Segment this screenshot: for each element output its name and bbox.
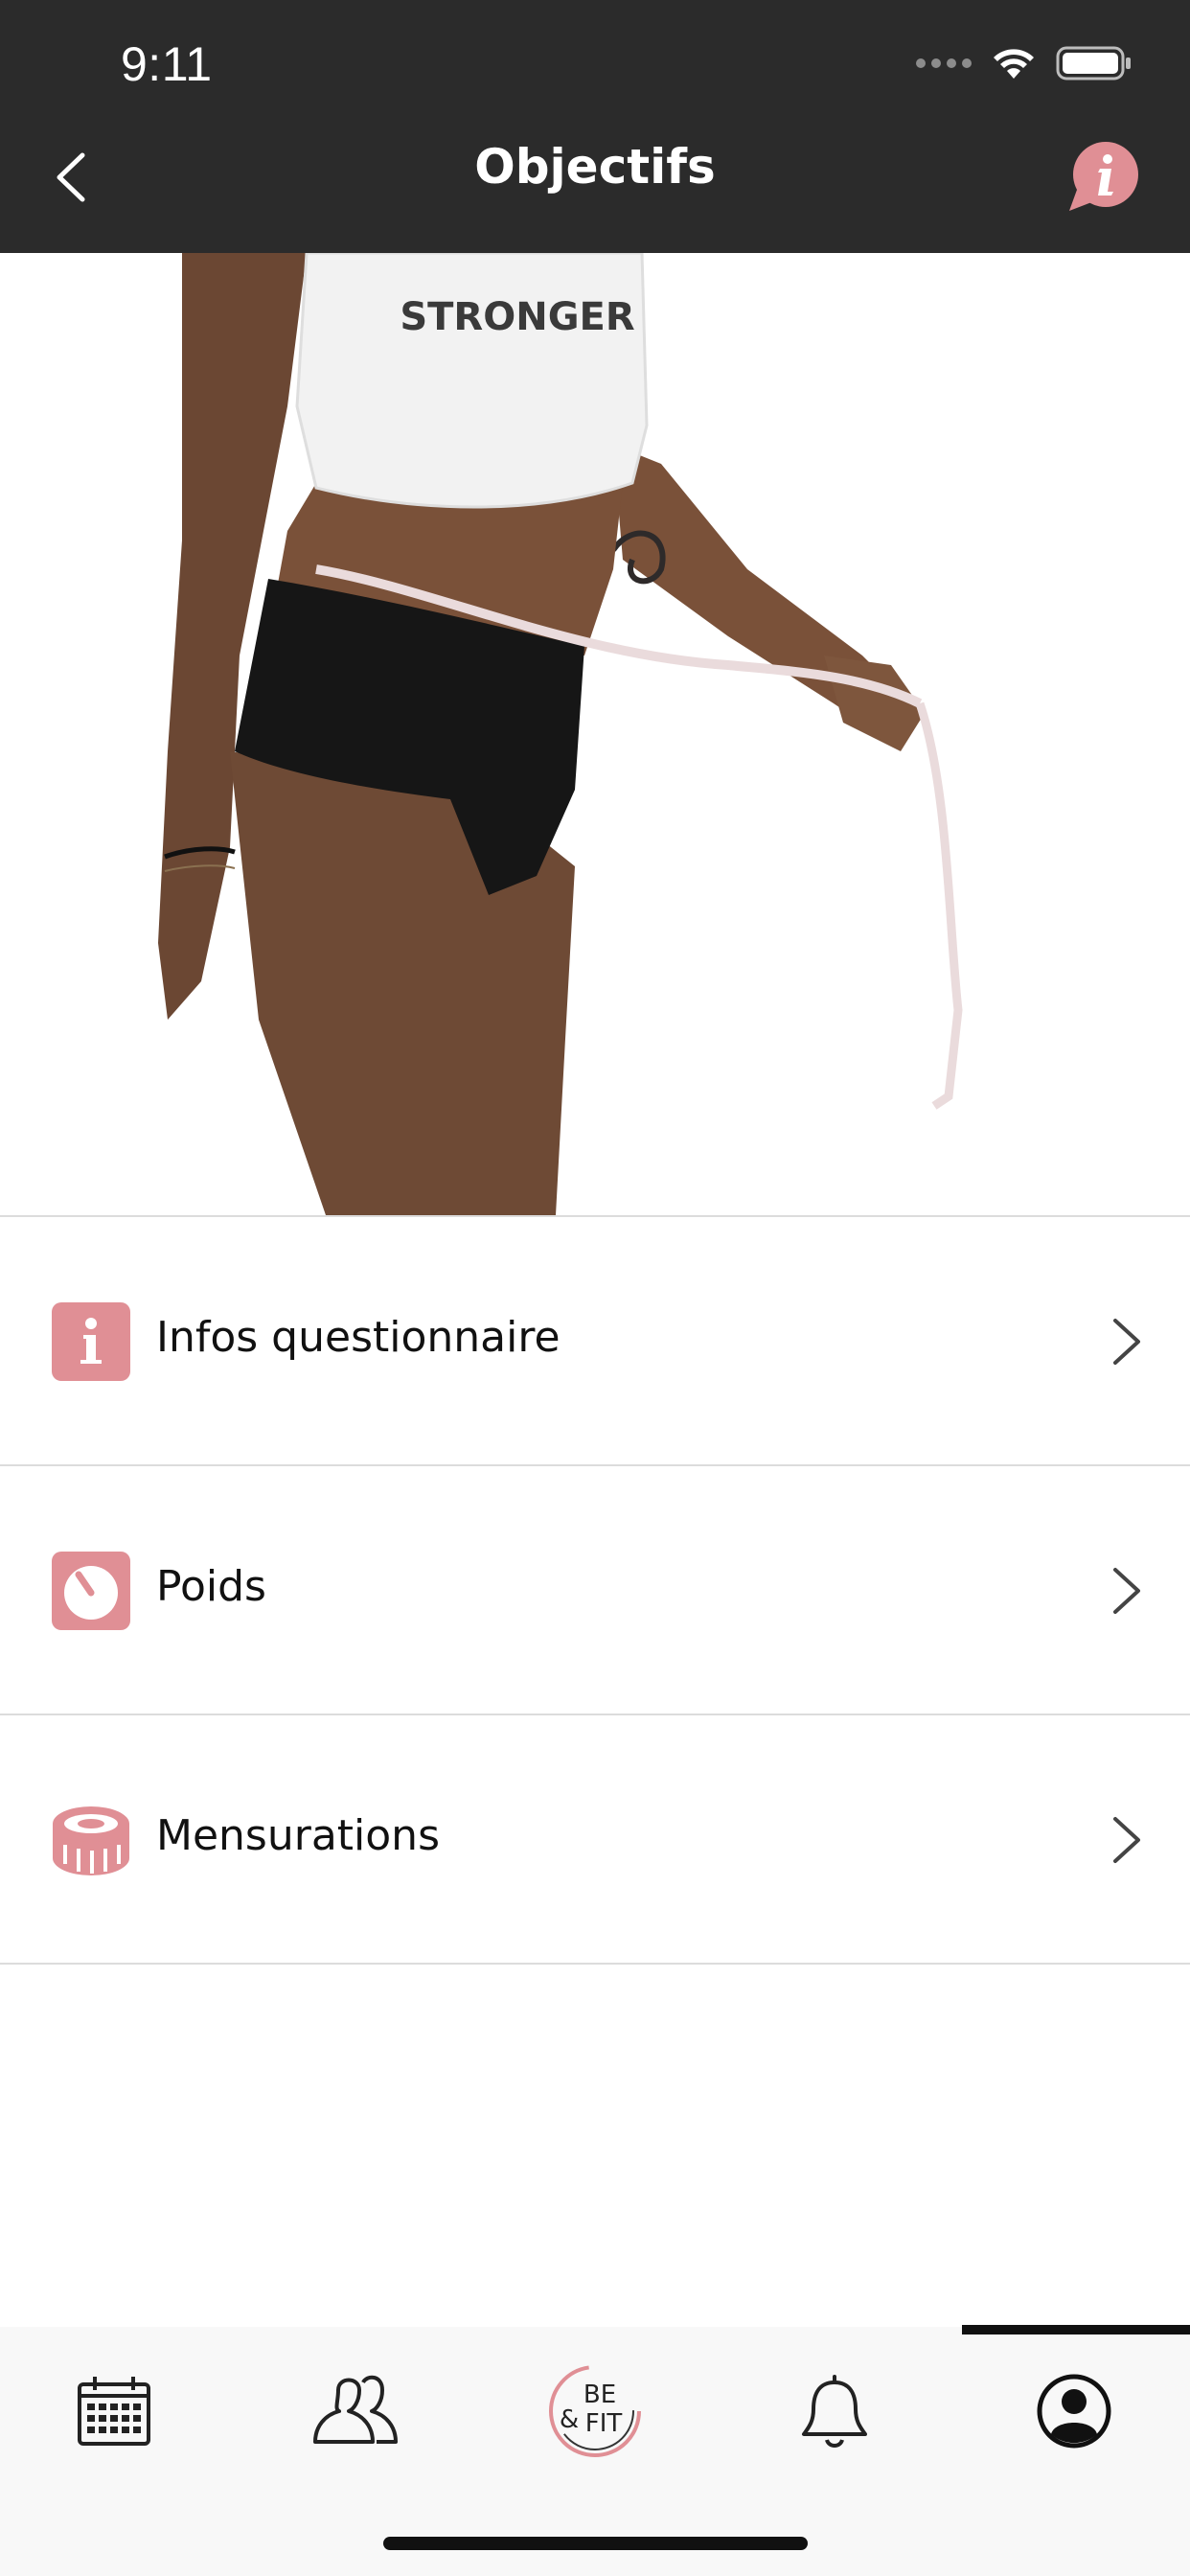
- page-title: Objectifs: [474, 139, 716, 195]
- befit-logo-icon: BE & FIT: [549, 2365, 641, 2457]
- profile-icon: [1037, 2374, 1111, 2449]
- info-button[interactable]: [1065, 140, 1142, 217]
- cellular-signal-icon: [916, 58, 972, 68]
- calendar-icon: [78, 2377, 150, 2446]
- navigation-header: 9:11 Objectifs: [0, 0, 1190, 253]
- bell-icon: [802, 2375, 867, 2448]
- tab-profile[interactable]: [1021, 2363, 1127, 2459]
- scale-icon: [52, 1552, 130, 1630]
- logo-top-text: BE: [584, 2380, 616, 2409]
- people-icon: [313, 2375, 398, 2444]
- active-tab-indicator: [962, 2325, 1190, 2334]
- tab-community[interactable]: [303, 2363, 408, 2459]
- woman-measuring-waist-photo: STRONGER: [158, 253, 963, 1215]
- menu-item-mensurations[interactable]: Mensurations: [0, 1715, 1190, 1965]
- chevron-right-icon: [1113, 1817, 1140, 1863]
- home-indicator[interactable]: [383, 2537, 808, 2550]
- chevron-right-icon: [1113, 1319, 1140, 1365]
- status-time: 9:11: [121, 37, 213, 91]
- menu-item-infos-questionnaire[interactable]: Infos questionnaire: [0, 1217, 1190, 1466]
- chevron-right-icon: [1113, 1568, 1140, 1614]
- menu-item-label: Infos questionnaire: [156, 1313, 561, 1362]
- wifi-icon: [991, 46, 1037, 80]
- shirt-text: STRONGER: [400, 295, 634, 339]
- tab-calendar[interactable]: [61, 2363, 167, 2459]
- logo-bottom-text: FIT: [585, 2409, 623, 2438]
- status-icons: [916, 44, 1133, 82]
- tape-measure-icon: [53, 1806, 129, 1875]
- tab-home[interactable]: BE & FIT: [542, 2363, 648, 2459]
- menu-item-poids[interactable]: Poids: [0, 1466, 1190, 1715]
- tab-notifications[interactable]: [782, 2363, 887, 2459]
- info-icon: [52, 1302, 130, 1381]
- menu-item-label: Mensurations: [156, 1811, 440, 1860]
- menu-item-label: Poids: [156, 1562, 266, 1611]
- hero-photo: STRONGER: [0, 253, 1190, 1215]
- info-bubble-icon: [1069, 142, 1138, 211]
- battery-icon: [1056, 45, 1133, 81]
- logo-amp-text: &: [560, 2405, 579, 2434]
